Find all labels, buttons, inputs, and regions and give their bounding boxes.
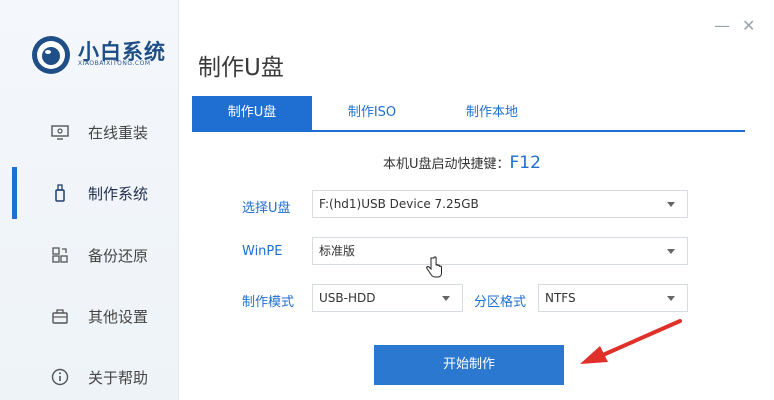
- chevron-down-icon: [667, 249, 675, 254]
- usb-select-value: F:(hd1)USB Device 7.25GB: [319, 197, 479, 211]
- logo-icon: [32, 36, 70, 74]
- sidebar-item-make-system[interactable]: 制作系统: [50, 181, 148, 205]
- logo-subtitle: XIAOBAIXITONG.COM: [78, 60, 151, 67]
- tab-make-iso[interactable]: 制作ISO: [312, 96, 432, 130]
- start-make-button[interactable]: 开始制作: [374, 345, 564, 385]
- format-select-value: NTFS: [545, 291, 576, 305]
- sidebar-item-other-settings[interactable]: 其他设置: [50, 304, 148, 328]
- chevron-down-icon: [667, 202, 675, 207]
- sidebar-item-label: 在线重装: [88, 123, 149, 142]
- sidebar-item-about-help[interactable]: 关于帮助: [50, 365, 148, 389]
- winpe-select-value: 标准版: [319, 244, 356, 258]
- page-title: 制作U盘: [198, 55, 284, 81]
- format-label: 分区格式: [474, 295, 527, 310]
- usb-select[interactable]: F:(hd1)USB Device 7.25GB: [312, 190, 688, 218]
- sidebar-item-online-reinstall[interactable]: 在线重装: [50, 120, 148, 144]
- usb-drive-icon: [55, 184, 65, 202]
- sidebar-item-label: 其他设置: [88, 307, 149, 326]
- mode-select[interactable]: USB-HDD: [312, 284, 463, 312]
- hand-cursor-icon: [426, 256, 442, 278]
- chevron-down-icon: [667, 296, 675, 301]
- format-select[interactable]: NTFS: [538, 284, 688, 312]
- hotkey-label: 本机U盘启动快捷键：: [383, 157, 510, 172]
- minimize-button[interactable]: —: [714, 16, 730, 35]
- chevron-down-icon: [442, 296, 450, 301]
- mode-label: 制作模式: [242, 295, 295, 310]
- tab-bar: 制作U盘 制作ISO 制作本地: [192, 96, 745, 132]
- tab-make-local[interactable]: 制作本地: [432, 96, 552, 130]
- usb-select-label: 选择U盘: [242, 201, 291, 216]
- sidebar-item-label: 关于帮助: [88, 368, 149, 387]
- sidebar-item-label: 备份还原: [88, 246, 149, 265]
- hotkey-info: 本机U盘启动快捷键：F12: [383, 153, 541, 173]
- sidebar-item-label: 制作系统: [88, 184, 149, 203]
- hotkey-key: F12: [509, 153, 541, 173]
- info-icon: [51, 368, 69, 386]
- toolbox-icon: [52, 309, 68, 324]
- sidebar: 小白系统 XIAOBAIXITONG.COM 在线重装 制作系统 备份还原 其他…: [0, 0, 179, 400]
- tab-make-usb[interactable]: 制作U盘: [192, 96, 312, 130]
- backup-icon: [52, 247, 68, 263]
- mode-select-value: USB-HDD: [319, 291, 376, 305]
- sidebar-item-backup-restore[interactable]: 备份还原: [50, 243, 148, 267]
- close-button[interactable]: ✕: [742, 16, 755, 35]
- winpe-select[interactable]: 标准版: [312, 237, 688, 265]
- annotation-arrow-icon: [580, 319, 682, 364]
- active-indicator: [12, 167, 17, 219]
- monitor-icon: [51, 125, 69, 140]
- winpe-label: WinPE: [242, 244, 283, 259]
